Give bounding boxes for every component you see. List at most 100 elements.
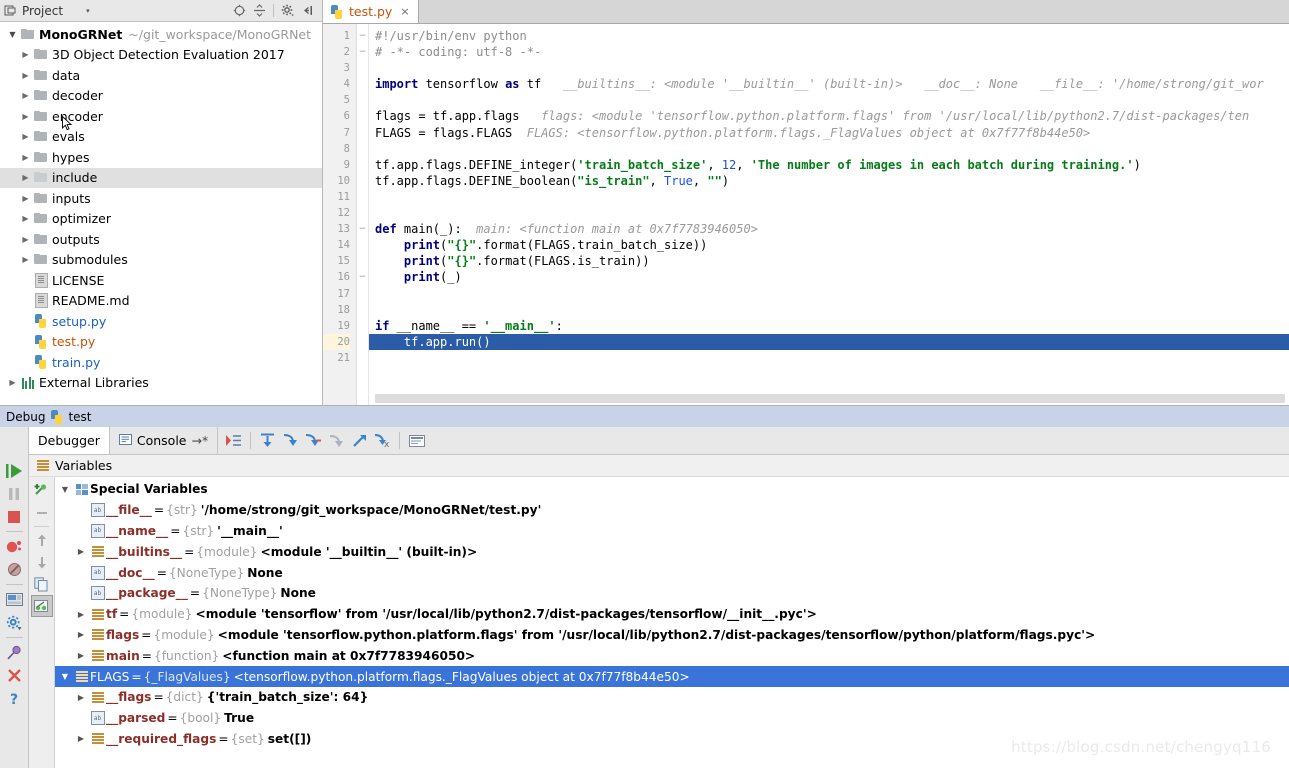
close-icon[interactable] [2, 664, 26, 687]
code-line[interactable] [369, 205, 1289, 221]
variable-row[interactable]: ▼ Special Variables [55, 479, 1289, 500]
project-tree-item[interactable]: ▶ inputs [0, 188, 322, 209]
variable-row[interactable]: ab __package__ = {NoneType} None [55, 583, 1289, 604]
fold-marker[interactable]: − [357, 221, 368, 237]
project-tree-item[interactable]: ▶ submodules [0, 250, 322, 271]
code-line[interactable] [369, 286, 1289, 302]
code-line[interactable] [369, 92, 1289, 108]
tab-debugger[interactable]: Debugger [29, 427, 110, 454]
chevron-right-icon[interactable]: ▶ [19, 132, 32, 141]
variables-tree[interactable]: ▼ Special Variables ab __file__ = {str} '/home… [55, 477, 1289, 768]
run-to-cursor-icon[interactable] [349, 430, 370, 451]
code-line[interactable]: #!/usr/bin/env python [369, 28, 1289, 44]
chevron-right-icon[interactable]: ▶ [73, 547, 89, 556]
move-up-icon[interactable] [31, 529, 53, 551]
code-line[interactable] [369, 60, 1289, 76]
force-step-into-icon[interactable] [303, 430, 324, 451]
chevron-right-icon[interactable]: ▶ [19, 173, 32, 182]
chevron-right-icon[interactable]: ▶ [19, 71, 32, 80]
settings-gear-icon[interactable] [2, 611, 26, 634]
project-tree[interactable]: ▼ MonoGRNet ~/git_workspace/MonoGRNet ▶ 3D O… [0, 22, 322, 393]
close-icon[interactable]: × [400, 5, 409, 18]
chevron-right-icon[interactable]: ▶ [19, 91, 32, 100]
move-down-icon[interactable] [31, 551, 53, 573]
variable-row[interactable]: ▶ flags = {module} <module 'tensorflow.pytho… [55, 625, 1289, 646]
code-line[interactable]: import tensorflow as tf __builtins__: <m… [369, 76, 1289, 92]
chevron-right-icon[interactable]: ▶ [6, 378, 19, 387]
chevron-right-icon[interactable]: ▶ [19, 112, 32, 121]
collapse-target-icon[interactable] [233, 4, 246, 17]
restore-layout-icon[interactable] [2, 588, 26, 611]
variable-row[interactable]: ab __name__ = {str} '__main__' [55, 521, 1289, 542]
chevron-right-icon[interactable]: ▶ [19, 194, 32, 203]
step-into-icon[interactable] [280, 430, 301, 451]
chevron-down-icon[interactable]: ▼ [57, 672, 73, 681]
code-line[interactable] [369, 141, 1289, 157]
chevron-down-icon[interactable]: ▾ [86, 7, 90, 15]
chevron-right-icon[interactable]: ▶ [73, 610, 89, 619]
chevron-right-icon[interactable]: ▶ [19, 50, 32, 59]
variable-row[interactable]: ab __doc__ = {NoneType} None [55, 562, 1289, 583]
project-tree-item[interactable]: test.py [0, 332, 322, 353]
step-out-icon[interactable] [326, 430, 347, 451]
step-over-icon[interactable] [257, 430, 278, 451]
collapse-all-icon[interactable] [253, 4, 266, 17]
fold-marker[interactable]: − [357, 269, 368, 285]
new-watch-icon[interactable] [31, 480, 53, 502]
code-line[interactable]: if __name__ == '__main__': [369, 318, 1289, 334]
variable-row[interactable]: ▶ __flags = {dict} {'train_batch_size': 64} [55, 687, 1289, 708]
project-tree-item[interactable]: ▶ hypes [0, 147, 322, 168]
code-line[interactable] [369, 302, 1289, 318]
code-line[interactable]: tf.app.flags.DEFINE_integer('train_batch… [369, 157, 1289, 173]
chevron-right-icon[interactable]: ▶ [19, 255, 32, 264]
chevron-right-icon[interactable]: ▶ [73, 630, 89, 639]
code-line[interactable]: print(_) [369, 269, 1289, 285]
tab-console[interactable]: Console →* [109, 427, 219, 454]
show-execution-point-icon[interactable] [223, 430, 244, 451]
code-line[interactable]: def main(_): main: <function main at 0x7… [369, 221, 1289, 237]
chevron-right-icon[interactable]: ▶ [73, 734, 89, 743]
project-tree-item[interactable]: ▼ MonoGRNet ~/git_workspace/MonoGRNet [0, 24, 322, 45]
chevron-right-icon[interactable]: ▶ [19, 153, 32, 162]
hide-panel-icon[interactable] [301, 4, 314, 17]
frames-icon[interactable] [406, 430, 427, 451]
project-tree-item[interactable]: ▶ External Libraries [0, 373, 322, 394]
chevron-right-icon[interactable]: ▶ [73, 693, 89, 702]
variables-toolbar[interactable] [29, 477, 55, 768]
variable-row[interactable]: ab __file__ = {str} '/home/strong/git_worksp… [55, 500, 1289, 521]
project-tree-item[interactable]: ▶ evals [0, 127, 322, 148]
code-line[interactable]: print("{}".format(FLAGS.train_batch_size… [369, 237, 1289, 253]
editor-horizontal-scrollbar[interactable] [375, 394, 1285, 403]
pin-tab-icon[interactable] [2, 641, 26, 664]
evaluate-expression-icon[interactable]: x [372, 430, 393, 451]
code-line[interactable]: tf.app.flags.DEFINE_boolean("is_train", … [369, 173, 1289, 189]
variable-row[interactable]: ▶ tf = {module} <module 'tensorflow' from '/… [55, 604, 1289, 625]
project-tree-item[interactable]: setup.py [0, 311, 322, 332]
scrollbar-thumb[interactable] [375, 394, 1285, 403]
gear-icon[interactable] [281, 4, 294, 17]
remove-watch-icon[interactable] [31, 502, 53, 524]
project-tree-item[interactable]: ▶ outputs [0, 229, 322, 250]
project-tree-item[interactable]: ▶ include [0, 167, 322, 188]
variable-row[interactable]: ▶ main = {function} <function main at 0x7f77… [55, 645, 1289, 666]
chevron-right-icon[interactable]: ▶ [19, 214, 32, 223]
code-line[interactable]: tf.app.run() [369, 333, 1289, 350]
code-line[interactable]: FLAGS = flags.FLAGS FLAGS: <tensorflow.p… [369, 125, 1289, 141]
chevron-down-icon[interactable]: ▼ [57, 485, 73, 494]
code-line[interactable]: flags = tf.app.flags flags: <module 'ten… [369, 108, 1289, 124]
debugger-toolbar[interactable]: x [218, 427, 427, 454]
code-line[interactable] [369, 350, 1289, 366]
variable-row[interactable]: ▼ FLAGS = {_FlagValues} <tensorflow.python.p… [55, 666, 1289, 687]
project-tree-item[interactable]: ▶ optimizer [0, 209, 322, 230]
code-line[interactable]: # -*- coding: utf-8 -*- [369, 44, 1289, 60]
project-tree-item[interactable]: ▶ decoder [0, 86, 322, 107]
chevron-right-icon[interactable]: ▶ [73, 651, 89, 660]
resume-program-icon[interactable] [2, 459, 26, 482]
mute-breakpoints-icon[interactable] [2, 558, 26, 581]
code-content[interactable]: #!/usr/bin/env python # -*- coding: utf-8… [369, 24, 1289, 405]
variable-row[interactable]: ▶ __builtins__ = {module} <module '__builtin… [55, 541, 1289, 562]
code-line[interactable]: print("{}".format(FLAGS.is_train)) [369, 253, 1289, 269]
project-tree-item[interactable]: README.md [0, 291, 322, 312]
chevron-down-icon[interactable]: ▼ [6, 30, 19, 39]
code-line[interactable] [369, 189, 1289, 205]
